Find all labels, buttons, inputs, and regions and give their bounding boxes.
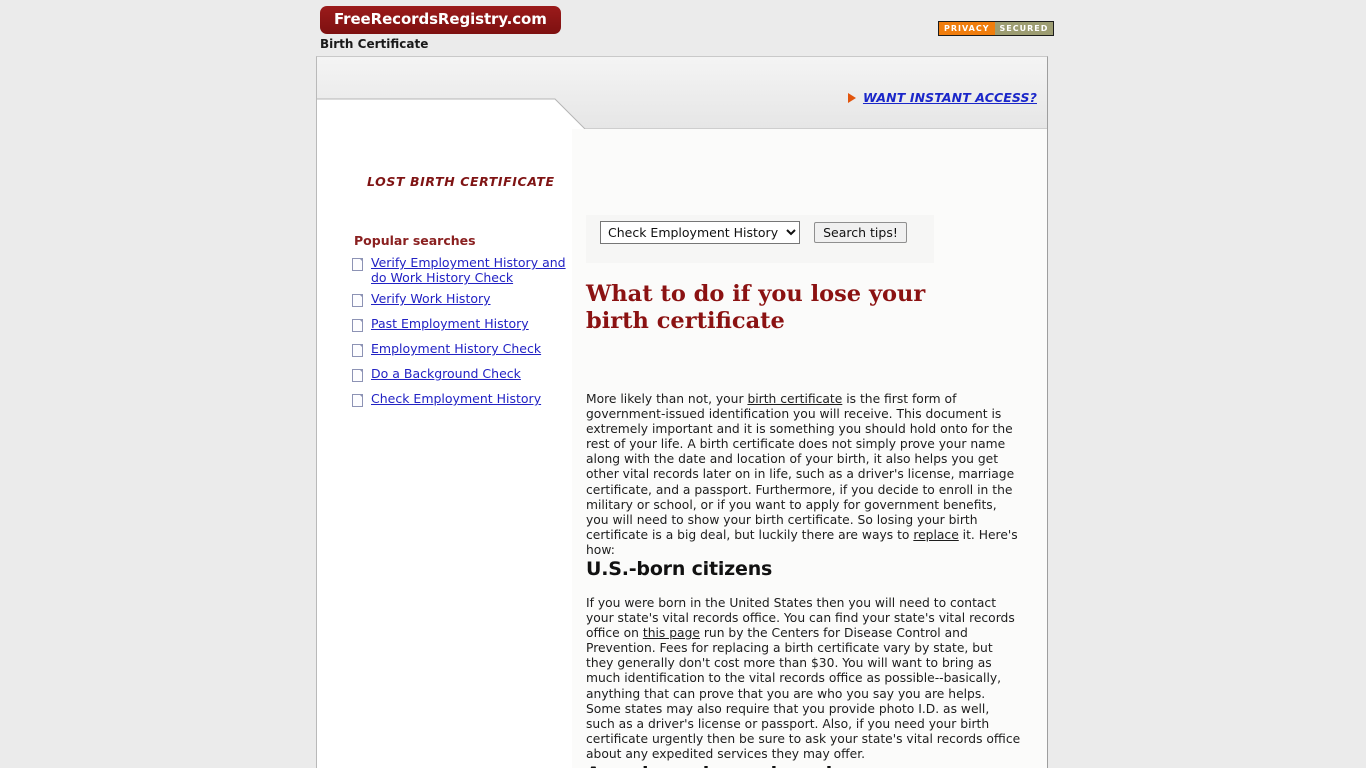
search-panel: Check Employment History Search tips! [586, 215, 934, 263]
document-icon [352, 344, 363, 357]
sidebar-link-do-a-background-check[interactable]: Do a Background Check [371, 366, 521, 381]
list-item[interactable]: Check Employment History [352, 391, 577, 410]
site-logo[interactable]: FreeRecordsRegistry.com [320, 6, 561, 34]
list-item[interactable]: Verify Work History [352, 291, 577, 310]
list-item[interactable]: Verify Employment History and do Work Hi… [352, 255, 577, 285]
search-tips-button[interactable]: Search tips! [814, 222, 907, 243]
search-category-select[interactable]: Check Employment History [600, 221, 800, 244]
section-heading-born-abroad: Americans born abroad [586, 763, 986, 768]
sidebar-link-employment-history-check[interactable]: Employment History Check [371, 341, 541, 356]
privacy-badge-right-label: SECURED [994, 22, 1054, 35]
sidebar-section-title: LOST BIRTH CERTIFICATE [367, 174, 555, 189]
document-icon [352, 294, 363, 307]
popular-searches-heading: Popular searches [354, 233, 476, 248]
link-birth-certificate[interactable]: birth certificate [747, 392, 842, 406]
section-heading-us-born: U.S.-born citizens [586, 558, 773, 580]
site-subtitle: Birth Certificate [320, 37, 429, 51]
list-item[interactable]: Do a Background Check [352, 366, 577, 385]
list-item[interactable]: Employment History Check [352, 341, 577, 360]
sidebar-link-check-employment-history[interactable]: Check Employment History [371, 391, 541, 406]
page-container: WANT INSTANT ACCESS? LOST BIRTH CERTIFIC… [316, 56, 1048, 768]
document-icon [352, 319, 363, 332]
privacy-badge-left-label: PRIVACY [939, 22, 995, 35]
document-icon [352, 258, 363, 271]
list-item[interactable]: Past Employment History [352, 316, 577, 335]
arrow-right-icon [847, 92, 856, 103]
main-content: Check Employment History Search tips! Wh… [572, 129, 1047, 768]
sidebar-link-verify-employment-history[interactable]: Verify Employment History and do Work Hi… [371, 255, 577, 285]
sidebar-link-past-employment-history[interactable]: Past Employment History [371, 316, 529, 331]
document-icon [352, 369, 363, 382]
top-bar: FreeRecordsRegistry.com Birth Certificat… [0, 0, 1366, 56]
sidebar-link-verify-work-history[interactable]: Verify Work History [371, 291, 491, 306]
privacy-secured-badge: PRIVACY SECURED [938, 21, 1055, 36]
intro-paragraph: More likely than not, your birth certifi… [586, 392, 1018, 557]
link-replace[interactable]: replace [913, 528, 958, 542]
popular-searches-list: Verify Employment History and do Work Hi… [352, 255, 577, 416]
page-title: What to do if you lose your birth certif… [586, 281, 926, 334]
want-instant-access-link[interactable]: WANT INSTANT ACCESS? [863, 90, 1037, 105]
sidebar: LOST BIRTH CERTIFICATE Popular searches … [317, 129, 579, 768]
want-instant-access[interactable]: WANT INSTANT ACCESS? [847, 90, 1037, 105]
link-this-page[interactable]: this page [643, 626, 700, 640]
us-born-paragraph: If you were born in the United States th… [586, 596, 1021, 761]
document-icon [352, 394, 363, 407]
